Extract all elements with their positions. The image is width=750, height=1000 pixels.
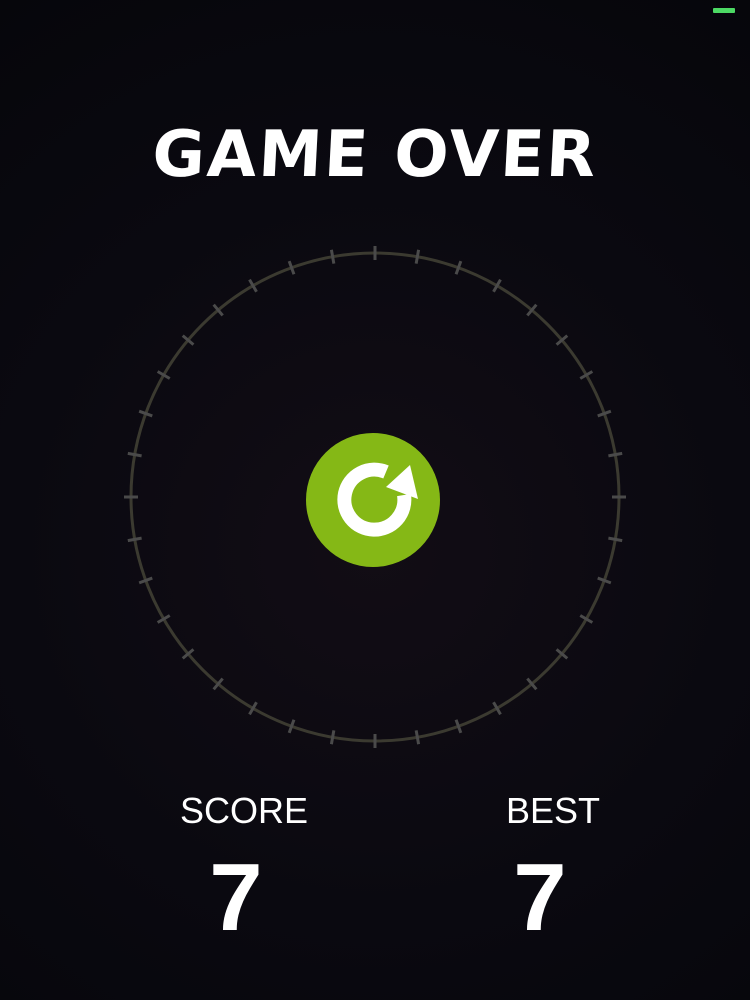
ring-tick — [127, 451, 142, 458]
ring-tick — [127, 536, 142, 543]
restart-button[interactable] — [306, 433, 440, 567]
ring-tick — [608, 451, 623, 458]
ring-tick — [608, 536, 623, 543]
ring-tick — [414, 249, 421, 264]
best-label: BEST — [505, 790, 601, 831]
ring-tick — [329, 249, 336, 264]
score-label: SCORE — [179, 790, 309, 831]
restart-icon — [337, 462, 418, 537]
ring-tick — [329, 730, 336, 745]
score-value: 7 — [209, 844, 263, 951]
ring-tick — [414, 730, 421, 745]
best-value: 7 — [513, 844, 567, 951]
